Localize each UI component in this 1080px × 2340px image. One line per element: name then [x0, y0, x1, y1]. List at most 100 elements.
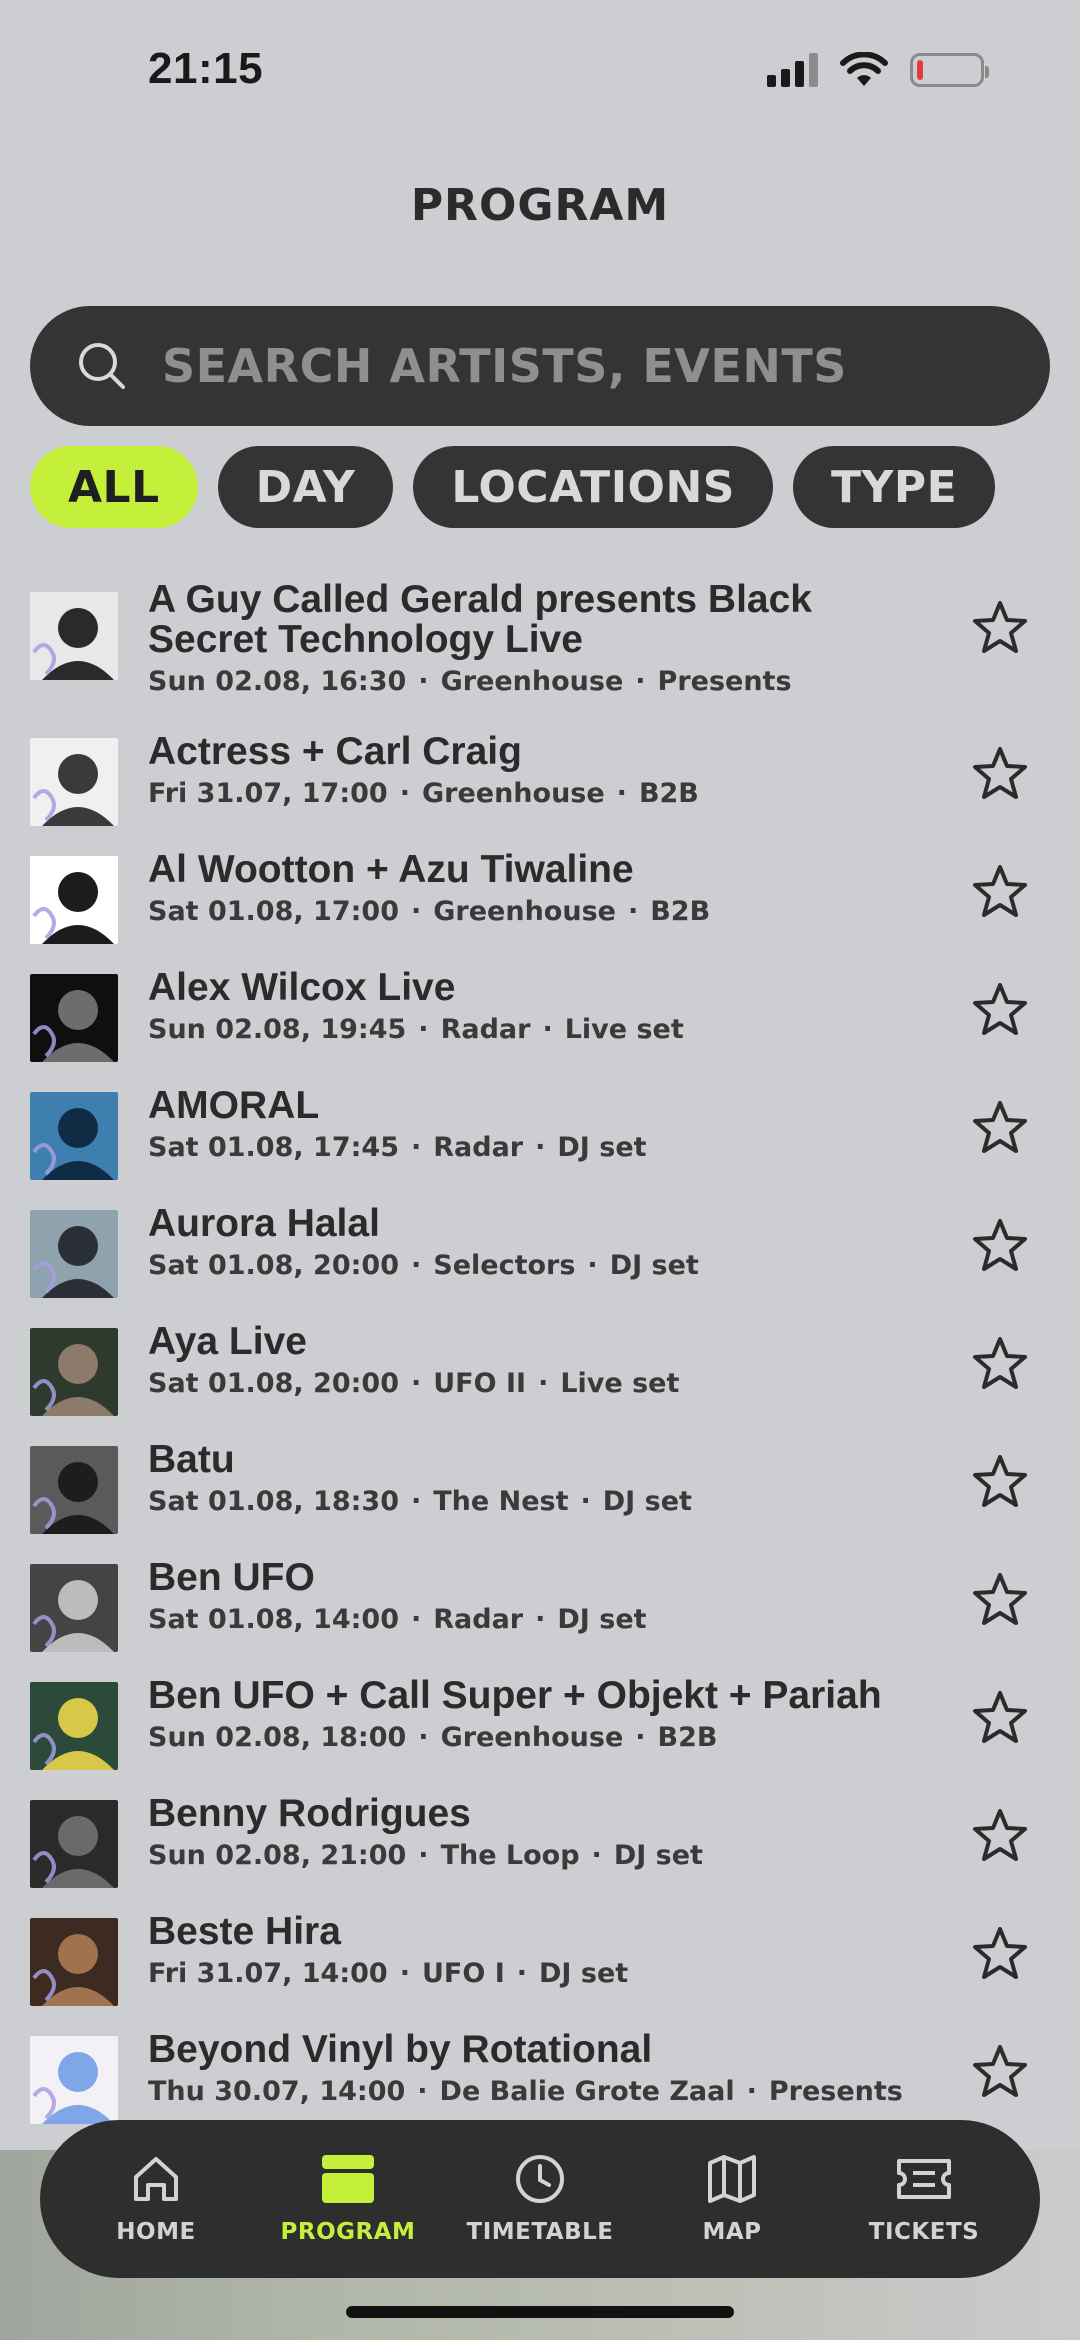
filter-type-chip[interactable]: TYPE	[792, 446, 996, 528]
event-row[interactable]: Actress + Carl Craig Fri 31.07, 17:00 · Gre…	[0, 732, 1080, 850]
nav-tickets[interactable]: TICKETS	[839, 2153, 1009, 2245]
separator-dot: ·	[418, 1722, 429, 1753]
filter-day-chip[interactable]: DAY	[217, 446, 394, 528]
event-row[interactable]: A Guy Called Gerald presents Black Secre…	[0, 580, 1080, 732]
favorite-star-icon[interactable]	[970, 1688, 1030, 1748]
artist-thumbnail	[30, 856, 118, 944]
separator-dot: ·	[410, 1486, 422, 1517]
filter-locations-chip[interactable]: LOCATIONS	[413, 446, 773, 528]
battery-icon	[910, 53, 989, 87]
event-text: Aurora Halal Sat 01.08, 20:00 · Selectors · D…	[148, 1202, 938, 1282]
separator-dot: ·	[635, 1722, 646, 1753]
separator-dot: ·	[418, 1014, 429, 1045]
event-title: Ben UFO	[148, 1556, 315, 1599]
separator-dot: ·	[627, 896, 639, 927]
artist-thumbnail	[30, 738, 118, 826]
event-type: Live set	[564, 1014, 684, 1045]
event-meta: Sat 01.08, 17:45 · Radar · DJ set	[148, 1132, 938, 1163]
event-text: AMORAL Sat 01.08, 17:45 · Radar · DJ set	[148, 1084, 938, 1164]
favorite-star-icon[interactable]	[970, 598, 1030, 658]
event-text: Ben UFO + Call Super + Objekt + Pariah Su…	[148, 1674, 938, 1754]
event-type: B2B	[638, 778, 699, 809]
favorite-star-icon[interactable]	[970, 1924, 1030, 1984]
event-meta: Sun 02.08, 16:30 · Greenhouse · Presents	[148, 666, 938, 697]
event-location: The Loop	[440, 1840, 580, 1871]
event-text: Beste Hira Fri 31.07, 14:00 · UFO I · DJ set	[148, 1912, 938, 1990]
event-meta: Sun 02.08, 19:45 · Radar · Live set	[148, 1014, 938, 1045]
separator-dot: ·	[591, 1840, 602, 1871]
separator-dot: ·	[410, 1604, 422, 1635]
event-title: Ben UFO + Call Super + Objekt + Pariah	[148, 1674, 882, 1717]
artist-thumbnail	[30, 2036, 118, 2124]
favorite-star-icon[interactable]	[970, 1216, 1030, 1276]
event-date: Fri 31.07, 17:00	[148, 778, 388, 809]
event-meta: Sat 01.08, 18:30 · The Nest · DJ set	[148, 1486, 938, 1517]
event-title: Aurora Halal	[148, 1202, 380, 1245]
event-row[interactable]: Batu Sat 01.08, 18:30 · The Nest · DJ set	[0, 1440, 1080, 1558]
event-row[interactable]: Aurora Halal Sat 01.08, 20:00 · Selectors · D…	[0, 1204, 1080, 1322]
event-row[interactable]: Ben UFO + Call Super + Objekt + Pariah Su…	[0, 1676, 1080, 1794]
favorite-star-icon[interactable]	[970, 1570, 1030, 1630]
event-row[interactable]: Al Wootton + Azu Tiwaline Sat 01.08, 17:0…	[0, 850, 1080, 968]
favorite-star-icon[interactable]	[970, 862, 1030, 922]
event-title: Alex Wilcox Live	[148, 966, 456, 1009]
separator-dot: ·	[542, 1014, 553, 1045]
nav-program[interactable]: PROGRAM	[263, 2153, 433, 2245]
wifi-icon	[840, 52, 888, 86]
event-type: DJ set	[602, 1486, 692, 1517]
event-row[interactable]: Alex Wilcox Live Sun 02.08, 19:45 · Radar · L…	[0, 968, 1080, 1086]
event-row[interactable]: Aya Live Sat 01.08, 20:00 · UFO II · Live set	[0, 1322, 1080, 1440]
event-text: Batu Sat 01.08, 18:30 · The Nest · DJ set	[148, 1440, 938, 1518]
favorite-star-icon[interactable]	[970, 744, 1030, 804]
favorite-star-icon[interactable]	[970, 980, 1030, 1040]
favorite-star-icon[interactable]	[970, 1334, 1030, 1394]
separator-dot: ·	[587, 1250, 598, 1281]
nav-tickets-label: TICKETS	[868, 2219, 980, 2245]
favorite-star-icon[interactable]	[970, 1098, 1030, 1158]
separator-dot: ·	[580, 1486, 591, 1517]
event-location: De Balie Grote Zaal	[439, 2076, 735, 2107]
event-type: Presents	[657, 666, 792, 697]
event-title: Al Wootton + Azu Tiwaline	[148, 848, 634, 891]
artist-thumbnail	[30, 1328, 118, 1416]
event-row[interactable]: Beste Hira Fri 31.07, 14:00 · UFO I · DJ set	[0, 1912, 1080, 2030]
separator-dot: ·	[538, 1368, 549, 1399]
status-bar: 21:15	[0, 0, 1080, 140]
favorite-star-icon[interactable]	[970, 2042, 1030, 2102]
bottom-nav: HOME PROGRAM TIMETABLE MAP TICKETS	[40, 2120, 1040, 2278]
separator-dot: ·	[399, 778, 410, 809]
event-text: Ben UFO Sat 01.08, 14:00 · Radar · DJ set	[148, 1556, 938, 1636]
event-meta: Fri 31.07, 14:00 · UFO I · DJ set	[148, 1958, 938, 1989]
event-row[interactable]: Beyond Vinyl by Rotational Thu 30.07, 14:…	[0, 2030, 1080, 2125]
separator-dot: ·	[535, 1604, 546, 1635]
event-location: UFO I	[421, 1958, 505, 1989]
search-bar[interactable]	[30, 306, 1050, 426]
event-list[interactable]: A Guy Called Gerald presents Black Secre…	[0, 580, 1080, 2125]
event-date: Sat 01.08, 17:00	[148, 896, 399, 927]
event-type: DJ set	[557, 1132, 647, 1163]
map-icon	[708, 2155, 756, 2203]
nav-map-label: MAP	[702, 2219, 762, 2245]
event-location: The Nest	[433, 1486, 569, 1517]
favorite-star-icon[interactable]	[970, 1452, 1030, 1512]
nav-map[interactable]: MAP	[647, 2153, 817, 2245]
event-row[interactable]: Ben UFO Sat 01.08, 14:00 · Radar · DJ set	[0, 1558, 1080, 1676]
separator-dot: ·	[418, 1840, 429, 1871]
event-text: Actress + Carl Craig Fri 31.07, 17:00 · Gre…	[148, 732, 938, 810]
event-row[interactable]: Benny Rodrigues Sun 02.08, 21:00 · The Loop…	[0, 1794, 1080, 1912]
event-row[interactable]: AMORAL Sat 01.08, 17:45 · Radar · DJ set	[0, 1086, 1080, 1204]
event-location: Greenhouse	[421, 778, 605, 809]
nav-timetable[interactable]: TIMETABLE	[455, 2153, 625, 2245]
event-text: Beyond Vinyl by Rotational Thu 30.07, 14:…	[148, 2030, 938, 2108]
nav-home[interactable]: HOME	[71, 2153, 241, 2245]
filter-all-chip[interactable]: ALL	[30, 446, 198, 528]
artist-thumbnail	[30, 592, 118, 680]
favorite-star-icon[interactable]	[970, 1806, 1030, 1866]
event-title: AMORAL	[148, 1084, 320, 1127]
search-input[interactable]	[162, 339, 962, 393]
event-type: DJ set	[609, 1250, 699, 1281]
separator-dot: ·	[418, 666, 429, 697]
separator-dot: ·	[746, 2076, 757, 2107]
event-date: Sat 01.08, 14:00	[148, 1604, 399, 1635]
battery-level	[917, 60, 923, 80]
